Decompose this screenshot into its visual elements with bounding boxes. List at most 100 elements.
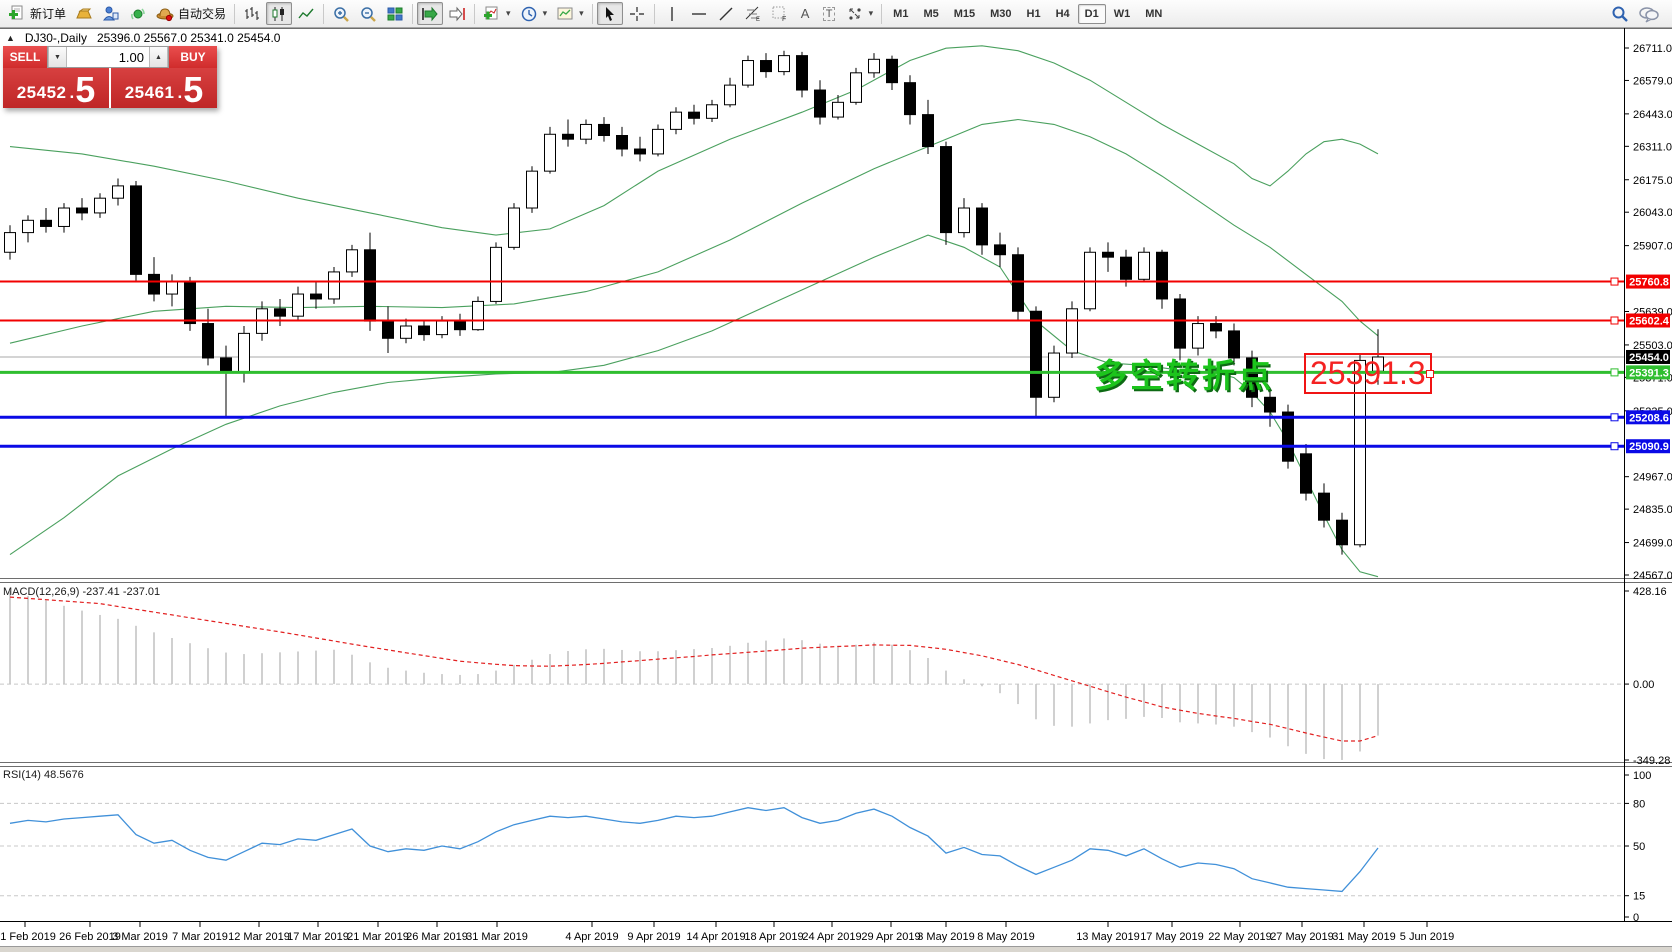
candle-body (1265, 397, 1276, 412)
candle-body (545, 134, 556, 171)
candle-body (653, 129, 664, 154)
price-level-label-text: 25391.3 (1629, 367, 1669, 379)
candle-body (779, 56, 790, 72)
date-label: 17 May 2019 (1140, 931, 1204, 943)
axis-tick-label: 26311.0 (1633, 141, 1672, 153)
sell-button[interactable]: SELL (3, 46, 47, 68)
sell-price-button[interactable]: 25452.5 (3, 68, 109, 108)
price-level-label-text: 25090.9 (1629, 441, 1669, 453)
bollinger-middle-band (10, 120, 1378, 344)
candle-body (59, 208, 70, 226)
sell-price-dot: . (70, 84, 75, 101)
candle-body (671, 112, 682, 129)
candle-body (581, 124, 592, 139)
candle-body (77, 208, 88, 213)
main-price-pane (0, 46, 1624, 577)
axis-tick-label: 26043.0 (1633, 207, 1672, 219)
candle-body (923, 115, 934, 147)
buy-price-button[interactable]: 25461.5 (111, 68, 217, 108)
candle-body (473, 301, 484, 329)
candle-body (635, 149, 646, 154)
one-click-trade-panel: SELL ▼ 1.00 ▲ BUY 25452.5 25461.5 (3, 46, 217, 108)
pane-borders (0, 28, 1672, 922)
candle-body (185, 282, 196, 324)
volume-input[interactable]: 1.00 (67, 47, 149, 67)
candle-body (275, 309, 286, 316)
candle-body (329, 272, 340, 299)
volume-increase-button[interactable]: ▲ (149, 47, 168, 67)
current-price-label-text: 25454.0 (1629, 352, 1669, 364)
chart-ohlc-values: 25396.0 25567.0 25341.0 25454.0 (97, 31, 281, 45)
annotation-price-box[interactable]: 25391.3 (1304, 353, 1432, 394)
axis-tick-label: 24699.0 (1633, 538, 1672, 550)
candle-body (743, 61, 754, 86)
candle-body (491, 247, 502, 301)
date-label: 7 Mar 2019 (172, 931, 228, 943)
candle-body (725, 85, 736, 105)
candle-body (815, 90, 826, 117)
date-label: 3 May 2019 (917, 931, 974, 943)
macd-axis-label: 0.00 (1633, 679, 1654, 691)
chart-canvas[interactable]: 26711.026579.026443.026311.026175.026043… (0, 0, 1672, 952)
candle-body (419, 326, 430, 335)
buy-price-big-digit: 5 (183, 75, 203, 105)
candle-body (365, 250, 376, 321)
candle-body (527, 171, 538, 208)
date-label: 18 Apr 2019 (744, 931, 803, 943)
line-drag-handle[interactable] (1611, 414, 1618, 421)
rsi-pane (0, 803, 1624, 895)
rsi-axis-label: 50 (1633, 841, 1645, 853)
axis-tick-label: 26579.0 (1633, 75, 1672, 87)
candle-body (1283, 412, 1294, 461)
date-label: 3 Mar 2019 (112, 931, 168, 943)
date-label: 31 Mar 2019 (466, 931, 528, 943)
candle-body (707, 105, 718, 119)
line-drag-handle[interactable] (1611, 443, 1618, 450)
buy-price-main: 25461 (125, 84, 175, 101)
date-label: 31 May 2019 (1332, 931, 1396, 943)
date-label: 17 Mar 2019 (287, 931, 349, 943)
annotation-price-label: 25391.3 (1310, 355, 1426, 391)
candle-body (455, 321, 466, 330)
date-label: 27 May 2019 (1270, 931, 1334, 943)
price-level-label-text: 25208.6 (1629, 412, 1669, 424)
date-label: 9 Apr 2019 (627, 931, 680, 943)
sell-price-main: 25452 (17, 84, 67, 101)
date-label: 22 May 2019 (1208, 931, 1272, 943)
time-axis-labels: 21 Feb 201926 Feb 20193 Mar 20197 Mar 20… (0, 922, 1454, 943)
rsi-axis-label: 80 (1633, 798, 1645, 810)
price-level-label-text: 25760.8 (1629, 277, 1669, 289)
rsi-axis-label: 100 (1633, 770, 1651, 782)
candle-body (1013, 255, 1024, 312)
candle-body (401, 326, 412, 338)
rsi-axis-label: 0 (1633, 912, 1639, 924)
candle-body (167, 282, 178, 294)
candle-body (221, 358, 232, 373)
axis-tick-label: 26175.0 (1633, 175, 1672, 187)
candle-body (437, 321, 448, 335)
bollinger-bands (10, 46, 1378, 577)
line-drag-handle[interactable] (1611, 278, 1618, 285)
panel-collapse-icon[interactable]: ▲ (6, 33, 15, 43)
chart-annotation[interactable]: 多空转折点 25391.3 (1094, 349, 1432, 397)
date-label: 26 Mar 2019 (406, 931, 468, 943)
candle-body (995, 245, 1006, 255)
annotation-anchor-handle[interactable] (1426, 370, 1434, 378)
candle-body (5, 233, 16, 253)
macd-histogram (10, 591, 1378, 760)
volume-decrease-button[interactable]: ▼ (48, 47, 67, 67)
axis-tick-label: 26443.0 (1633, 109, 1672, 121)
line-drag-handle[interactable] (1611, 317, 1618, 324)
annotation-text[interactable]: 多空转折点 (1094, 349, 1274, 397)
trade-panel-top-row: SELL ▼ 1.00 ▲ BUY (3, 46, 217, 68)
candle-body (1301, 454, 1312, 493)
candle-body (959, 208, 970, 233)
price-level-label-text: 25602.4 (1629, 315, 1670, 327)
line-drag-handle[interactable] (1611, 369, 1618, 376)
buy-button[interactable]: BUY (169, 46, 217, 68)
candle-body (1049, 353, 1060, 397)
date-label: 4 Apr 2019 (565, 931, 618, 943)
candle-body (203, 324, 214, 358)
date-label: 21 Feb 2019 (0, 931, 56, 943)
candle-body (1193, 324, 1204, 349)
